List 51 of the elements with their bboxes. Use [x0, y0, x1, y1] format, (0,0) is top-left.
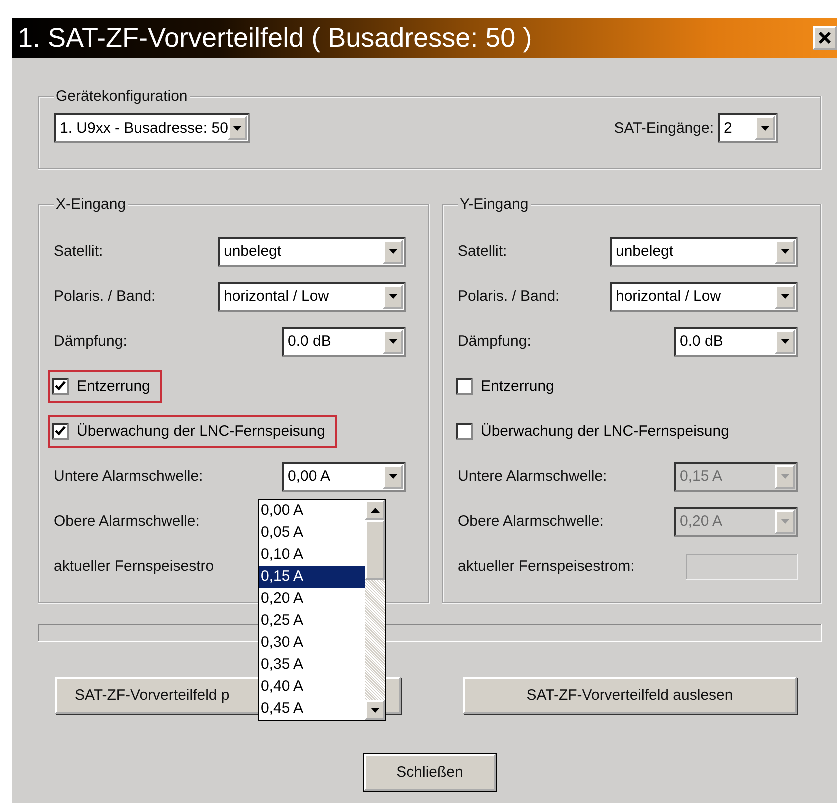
window-title: 1. SAT-ZF-Vorverteilfeld ( Busadresse: 50 )	[18, 22, 532, 54]
group-legend: Gerätekonfiguration	[54, 88, 190, 105]
field-label: Satellit:	[54, 243, 104, 260]
dropdown[interactable]: 0.0 dB	[282, 326, 406, 356]
field-label: aktueller Fernspeisestro	[54, 558, 214, 575]
close-dialog-button[interactable]: Schließen	[364, 754, 496, 791]
field-label: Untere Alarmschwelle:	[54, 468, 204, 485]
close-button[interactable]	[813, 26, 837, 50]
field-label: aktueller Fernspeisestrom:	[458, 558, 635, 575]
checkbox-label: Entzerrung	[481, 378, 554, 395]
dropdown[interactable]: 0,00 A	[282, 462, 406, 492]
list-option[interactable]: 0,15 A	[259, 566, 365, 588]
scroll-down-icon[interactable]	[365, 700, 385, 720]
dropdown[interactable]: unbelegt	[218, 236, 406, 266]
list-option[interactable]: 0,40 A	[259, 676, 365, 698]
scroll-thumb[interactable]	[365, 520, 385, 580]
dropdown[interactable]: horizontal / Low	[218, 282, 406, 312]
scroll-up-icon[interactable]	[365, 500, 385, 520]
dropdown[interactable]: 2	[718, 113, 778, 143]
field-label: Dämpfung:	[54, 333, 128, 350]
action-button[interactable]: SAT-ZF-Vorverteilfeld auslesen	[463, 677, 797, 714]
dropdown[interactable]: 1. U9xx - Busadresse: 50	[54, 113, 250, 143]
checkbox-label: Überwachung der LNC-Fernspeisung	[77, 423, 326, 440]
field-label: Obere Alarmschwelle:	[54, 513, 200, 530]
field-label: Untere Alarmschwelle:	[458, 468, 608, 485]
list-option[interactable]: 0,05 A	[259, 522, 365, 544]
field-label: Polaris. / Band:	[54, 288, 156, 305]
list-option[interactable]: 0,25 A	[259, 610, 365, 632]
dropdown[interactable]: unbelegt	[610, 236, 798, 266]
field-label: SAT-Eingänge:	[614, 120, 714, 136]
checkbox[interactable]	[52, 378, 69, 395]
checkbox[interactable]	[456, 423, 473, 440]
field-label: Dämpfung:	[458, 333, 532, 350]
list-option[interactable]: 0,30 A	[259, 632, 365, 654]
dropdown[interactable]: horizontal / Low	[610, 282, 798, 312]
scrollbar[interactable]	[365, 500, 385, 720]
dropdown[interactable]: 0.0 dB	[674, 326, 798, 356]
checkbox-label: Überwachung der LNC-Fernspeisung	[481, 423, 730, 440]
group-legend: X-Eingang	[54, 196, 128, 213]
field-label: Polaris. / Band:	[458, 288, 560, 305]
checkbox[interactable]	[456, 378, 473, 395]
list-option[interactable]: 0,20 A	[259, 588, 365, 610]
list-option[interactable]: 0,35 A	[259, 654, 365, 676]
group-legend: Y-Eingang	[458, 196, 531, 213]
checkbox[interactable]	[52, 423, 69, 440]
checkbox-label: Entzerrung	[77, 378, 150, 395]
field-label: Obere Alarmschwelle:	[458, 513, 604, 530]
close-icon	[818, 31, 832, 45]
list-option[interactable]: 0,10 A	[259, 544, 365, 566]
field-label: Satellit:	[458, 243, 508, 260]
list-option[interactable]: 0,00 A	[259, 500, 365, 522]
